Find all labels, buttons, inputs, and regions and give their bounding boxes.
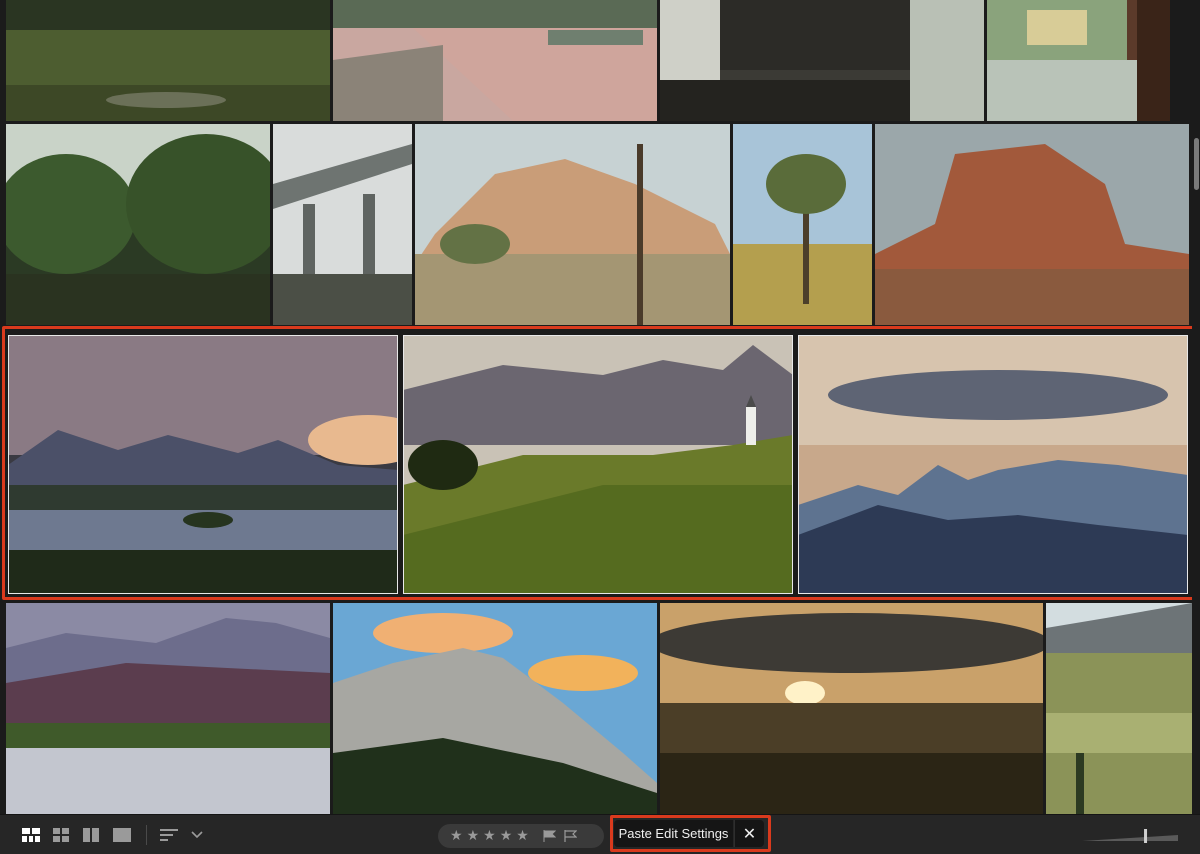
photo-thumbnail[interactable] xyxy=(987,0,1170,121)
bottom-toolbar: ★ ★ ★ ★ ★ xyxy=(0,814,1200,854)
photo-thumbnail[interactable] xyxy=(415,124,730,325)
zoom-slider[interactable] xyxy=(1080,825,1180,845)
photo-thumbnail[interactable] xyxy=(6,124,270,325)
star-rating-3[interactable]: ★ xyxy=(483,829,496,843)
close-paste-button[interactable]: ✕ xyxy=(734,820,764,847)
photo-grid xyxy=(0,0,1200,814)
photo-thumbnail[interactable] xyxy=(875,124,1189,325)
zoom-slider-handle xyxy=(1144,829,1148,843)
photo-thumbnail[interactable] xyxy=(660,0,984,121)
photo-thumbnail-selected[interactable] xyxy=(403,335,793,594)
reject-flag-icon[interactable] xyxy=(564,830,577,842)
close-icon: ✕ xyxy=(742,824,757,843)
compare-icon[interactable] xyxy=(83,827,99,843)
photo-thumbnail[interactable] xyxy=(333,0,657,121)
rating-flag-control: ★ ★ ★ ★ ★ xyxy=(438,824,604,848)
photo-thumbnail[interactable] xyxy=(6,603,330,814)
photo-thumbnail-selected[interactable] xyxy=(8,335,398,594)
toolbar-divider xyxy=(146,825,147,845)
photo-thumbnail[interactable] xyxy=(733,124,872,325)
photo-thumbnail-selected[interactable] xyxy=(798,335,1188,594)
photo-thumbnail[interactable] xyxy=(1046,603,1192,814)
photo-row xyxy=(6,0,1186,121)
grid-small-icon[interactable] xyxy=(53,827,69,843)
pick-flag-icon[interactable] xyxy=(543,830,556,842)
paste-edit-settings-button[interactable]: Paste Edit Settings xyxy=(614,820,733,847)
single-view-icon[interactable] xyxy=(113,827,131,843)
photo-row xyxy=(6,603,1192,814)
paste-edit-settings-label: Paste Edit Settings xyxy=(618,826,729,841)
vertical-scrollbar[interactable] xyxy=(1192,0,1200,814)
scrollbar-thumb[interactable] xyxy=(1194,138,1199,190)
grid-large-icon[interactable] xyxy=(22,827,40,843)
chevron-down-icon[interactable] xyxy=(190,827,204,843)
photo-row xyxy=(6,124,1189,325)
star-rating-4[interactable]: ★ xyxy=(500,829,513,843)
photo-thumbnail[interactable] xyxy=(333,603,657,814)
photo-thumbnail[interactable] xyxy=(660,603,1043,814)
photo-row-selected xyxy=(8,335,1188,594)
star-rating-2[interactable]: ★ xyxy=(467,829,480,843)
star-rating-1[interactable]: ★ xyxy=(450,829,463,843)
photo-thumbnail[interactable] xyxy=(6,0,330,121)
photo-thumbnail[interactable] xyxy=(273,124,412,325)
sort-icon[interactable] xyxy=(160,827,180,843)
star-rating-5[interactable]: ★ xyxy=(516,829,529,843)
